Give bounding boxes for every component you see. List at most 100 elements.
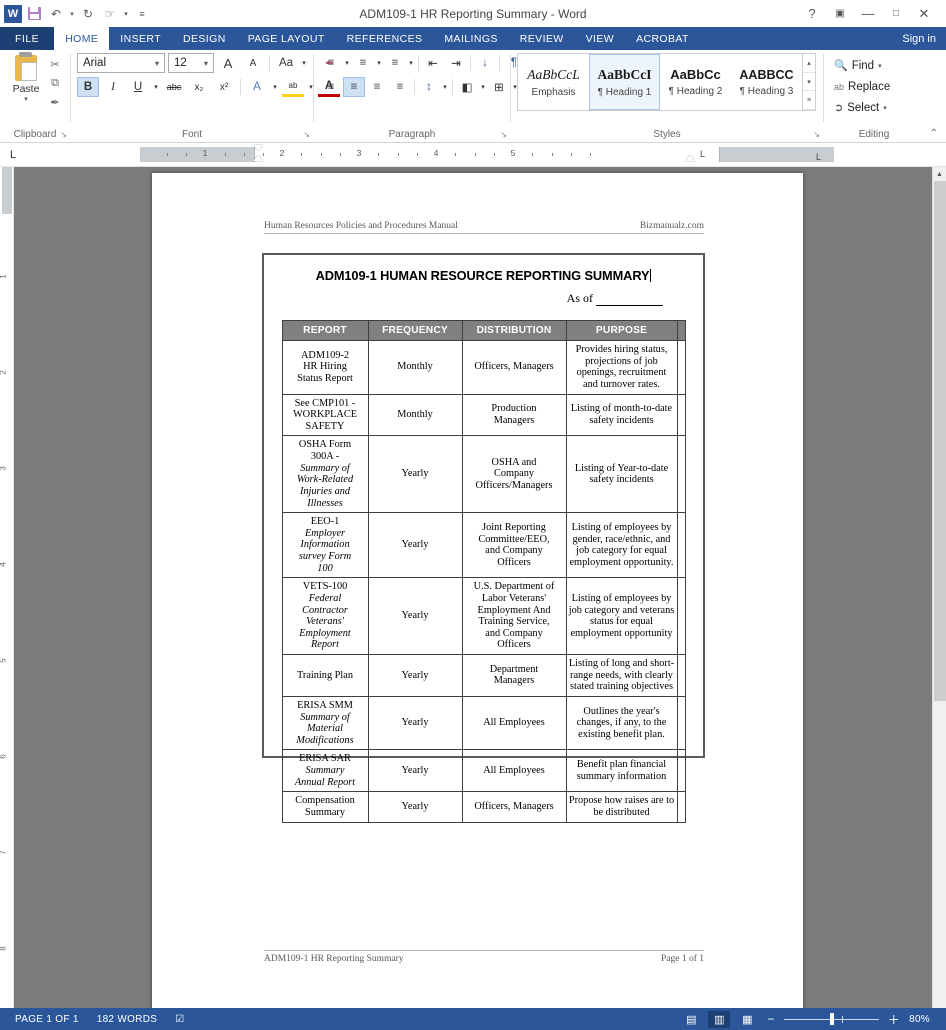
chevron-down-icon[interactable]: ▾ — [201, 59, 211, 68]
justify-button[interactable]: ≡ — [389, 77, 411, 97]
table-row[interactable]: ERISA SMM Summary of Material Modifications… — [281, 695, 686, 751]
styles-scroll-down-icon[interactable]: ▾ — [803, 73, 815, 92]
zoom-out-button[interactable]: − — [764, 1012, 777, 1026]
bold-button[interactable]: B — [77, 77, 99, 97]
undo-icon[interactable]: ↶ — [46, 4, 66, 24]
proofing-status-icon[interactable]: ☑ — [166, 1014, 193, 1025]
table-row[interactable]: OSHA Form 300A - Summary of Work-Related Inj… — [281, 435, 686, 514]
zoom-level-label[interactable]: 80% — [909, 1014, 936, 1025]
table-row[interactable]: Training Plan Yearly Department Managers Lis… — [281, 654, 686, 697]
copy-icon[interactable]: ⧉ — [46, 75, 64, 91]
sign-in-link[interactable]: Sign in — [892, 27, 946, 50]
paragraph-dialog-launcher[interactable]: ↘ — [500, 130, 507, 139]
zoom-in-button[interactable]: ＋ — [885, 1011, 903, 1028]
tab-insert[interactable]: INSERT — [109, 27, 172, 50]
text-effects-dropdown-icon[interactable]: ▾ — [271, 77, 279, 97]
styles-more-icon[interactable]: ≡ — [803, 91, 815, 111]
redo-icon[interactable]: ↻ — [78, 4, 98, 24]
underline-dropdown-icon[interactable]: ▾ — [152, 77, 160, 97]
grow-font-button[interactable]: A — [217, 53, 239, 73]
ribbon-display-options-icon[interactable]: ▣ — [826, 3, 854, 25]
touch-mode-dropdown-icon[interactable]: ▾ — [122, 4, 130, 24]
print-layout-button[interactable]: ▥ — [708, 1010, 731, 1028]
right-indent-marker[interactable] — [685, 155, 695, 161]
as-of-blank[interactable] — [596, 291, 663, 306]
shading-button[interactable]: ◧ — [456, 77, 478, 97]
shading-dropdown-icon[interactable]: ▾ — [479, 77, 487, 97]
vertical-scrollbar[interactable]: ▲ — [932, 167, 946, 1008]
style-heading-3[interactable]: AABBCC ¶ Heading 3 — [731, 54, 802, 110]
sort-button[interactable]: ↓ — [474, 53, 496, 73]
table-row[interactable]: ERISA SAR Summary Annual Report Yearly All E… — [281, 749, 686, 793]
underline-button[interactable]: U — [127, 77, 149, 97]
scroll-up-icon[interactable]: ▲ — [933, 167, 946, 181]
tab-home[interactable]: HOME — [54, 27, 110, 50]
touch-mode-icon[interactable]: ☞ — [100, 4, 120, 24]
maximize-button[interactable]: □ — [882, 3, 910, 25]
clipboard-dialog-launcher[interactable]: ↘ — [60, 130, 67, 139]
subscript-button[interactable]: x₂ — [188, 77, 210, 97]
hanging-indent-marker[interactable] — [253, 155, 263, 161]
borders-button[interactable]: ⊞ — [488, 77, 510, 97]
find-dropdown-icon[interactable]: ▾ — [878, 62, 882, 70]
undo-dropdown-icon[interactable]: ▾ — [68, 4, 76, 24]
tab-mailings[interactable]: MAILINGS — [433, 27, 508, 50]
decrease-indent-button[interactable]: ⇤ — [422, 53, 444, 73]
styles-gallery[interactable]: AaBbCcL Emphasis AaBbCcI ¶ Heading 1 AaB… — [517, 53, 816, 111]
replace-button[interactable]: ab Replace — [830, 77, 894, 96]
zoom-slider-thumb[interactable] — [829, 1013, 834, 1025]
tab-references[interactable]: REFERENCES — [336, 27, 434, 50]
align-right-button[interactable]: ≡ — [366, 77, 388, 97]
line-spacing-dropdown-icon[interactable]: ▾ — [441, 77, 449, 97]
superscript-button[interactable]: x² — [213, 77, 235, 97]
align-left-button[interactable]: ≡ — [320, 77, 342, 97]
style-heading-2[interactable]: AaBbCc ¶ Heading 2 — [660, 54, 731, 110]
zoom-slider[interactable] — [783, 1012, 879, 1026]
style-heading-1[interactable]: AaBbCcI ¶ Heading 1 — [589, 54, 660, 110]
table-row[interactable]: ADM109-2 HR Hiring Status Report Monthly Off… — [281, 340, 686, 395]
close-button[interactable]: ✕ — [910, 3, 938, 25]
font-size-input[interactable]: 12 ▾ — [168, 53, 214, 73]
table-row[interactable]: EEO-1 Employer Information survey Form 100 Ye… — [281, 512, 686, 579]
find-button[interactable]: 🔍 Find ▾ — [830, 56, 886, 75]
first-line-indent-marker[interactable] — [253, 145, 263, 151]
horizontal-ruler[interactable]: 1 2 3 4 5 L L — [140, 145, 834, 162]
tab-acrobat[interactable]: ACROBAT — [625, 27, 700, 50]
help-icon[interactable]: ? — [798, 3, 826, 25]
multilevel-list-button[interactable]: ≡ — [384, 53, 406, 73]
customize-quick-access-toolbar-icon[interactable]: ≡ — [132, 4, 152, 24]
tab-review[interactable]: REVIEW — [509, 27, 575, 50]
line-spacing-button[interactable]: ↕ — [418, 77, 440, 97]
change-case-dropdown-icon[interactable]: ▾ — [300, 53, 308, 73]
bullets-button[interactable]: ≡ — [320, 53, 342, 73]
vertical-ruler[interactable]: 1 2 3 4 5 6 7 8 — [0, 167, 14, 1008]
table-row[interactable]: Compensation Summary Yearly Officers, Manag… — [281, 791, 686, 823]
scrollbar-thumb[interactable] — [934, 181, 946, 701]
select-button[interactable]: ➲ Select ▾ — [830, 98, 891, 117]
bullets-dropdown-icon[interactable]: ▾ — [343, 53, 351, 73]
numbering-button[interactable]: ≡ — [352, 53, 374, 73]
document-page[interactable]: Human Resources Policies and Procedures … — [152, 173, 803, 1008]
change-case-button[interactable]: Aa — [275, 53, 297, 73]
save-icon[interactable] — [24, 4, 44, 24]
multilevel-dropdown-icon[interactable]: ▾ — [407, 53, 415, 73]
word-count[interactable]: 182 WORDS — [88, 1014, 167, 1025]
select-dropdown-icon[interactable]: ▾ — [883, 104, 887, 112]
web-layout-button[interactable]: ▦ — [736, 1011, 758, 1028]
tab-file[interactable]: FILE — [0, 27, 55, 50]
font-dialog-launcher[interactable]: ↘ — [303, 130, 310, 139]
tab-stop-selector[interactable]: L — [0, 143, 26, 167]
cut-icon[interactable]: ✂ — [46, 56, 64, 72]
increase-indent-button[interactable]: ⇥ — [445, 53, 467, 73]
strikethrough-button[interactable]: abc — [163, 77, 185, 97]
styles-dialog-launcher[interactable]: ↘ — [813, 130, 820, 139]
italic-button[interactable]: I — [102, 77, 124, 97]
text-highlight-color-button[interactable]: ab — [282, 77, 304, 97]
minimize-button[interactable]: — — [854, 3, 882, 25]
text-effects-button[interactable]: A — [246, 77, 268, 97]
style-emphasis[interactable]: AaBbCcL Emphasis — [518, 54, 589, 110]
font-name-input[interactable]: Arial ▾ — [77, 53, 165, 73]
page-indicator[interactable]: PAGE 1 OF 1 — [6, 1014, 88, 1025]
tab-view[interactable]: VIEW — [575, 27, 625, 50]
paste-button[interactable]: Paste ▾ — [6, 52, 46, 103]
